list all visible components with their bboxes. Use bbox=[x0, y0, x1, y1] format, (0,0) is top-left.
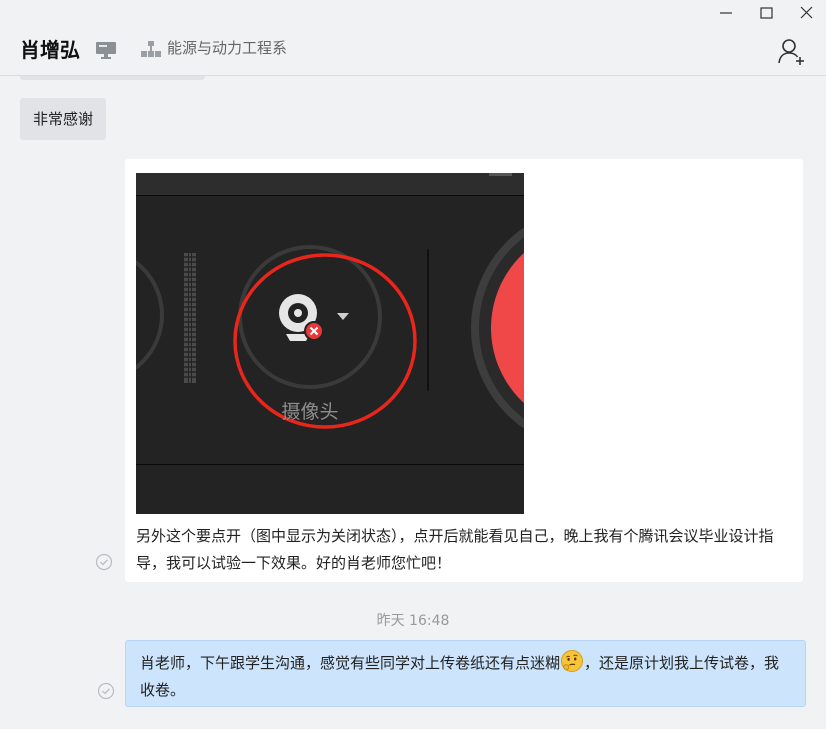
screenshot-controls bbox=[136, 227, 524, 429]
pc-monitor-icon bbox=[96, 42, 116, 59]
close-icon[interactable] bbox=[793, 4, 819, 22]
image-message-card[interactable]: 摄像头 另外这个要点开（图中显示为关闭状态），点开后就能看见自己，晚上我有个腾讯… bbox=[125, 159, 803, 582]
thinking-emoji-icon bbox=[561, 650, 584, 672]
message-timestamp: 昨天 16:48 bbox=[376, 613, 450, 629]
webcam-off-icon bbox=[279, 294, 324, 341]
received-message-bubble[interactable]: 非常感谢 bbox=[20, 98, 107, 140]
controls-divider bbox=[427, 249, 429, 391]
minimize-icon[interactable] bbox=[713, 4, 739, 22]
read-check-icon bbox=[97, 682, 115, 700]
sent-message-bubble[interactable]: 肖老师，下午跟学生沟通，感觉有些同学对上传卷纸还有点迷糊 ，还是原计划我上传试卷… bbox=[125, 640, 806, 707]
previous-message-bubble bbox=[20, 76, 205, 80]
department-name[interactable]: 能源与动力工程系 bbox=[167, 38, 287, 58]
contact-name[interactable]: 肖增弘 bbox=[20, 36, 80, 64]
camera-dropdown-arrow-icon bbox=[337, 313, 349, 320]
org-chart-icon bbox=[141, 41, 161, 57]
add-contact-icon[interactable] bbox=[777, 37, 805, 65]
sent-message-text-part1: 肖老师，下午跟学生沟通，感觉有些同学对上传卷纸还有点迷糊 bbox=[140, 654, 561, 672]
camera-label: 摄像头 bbox=[281, 401, 339, 423]
image-message-text: 另外这个要点开（图中显示为关闭状态），点开后就能看见自己，晚上我有个腾讯会议毕业… bbox=[136, 527, 774, 572]
message-screenshot-image[interactable]: 摄像头 bbox=[136, 173, 524, 514]
read-check-icon bbox=[95, 553, 113, 571]
maximize-icon[interactable] bbox=[753, 4, 779, 22]
chat-header: 肖增弘 能源与动力工程系 bbox=[0, 0, 826, 76]
microphone-ring bbox=[136, 260, 164, 370]
